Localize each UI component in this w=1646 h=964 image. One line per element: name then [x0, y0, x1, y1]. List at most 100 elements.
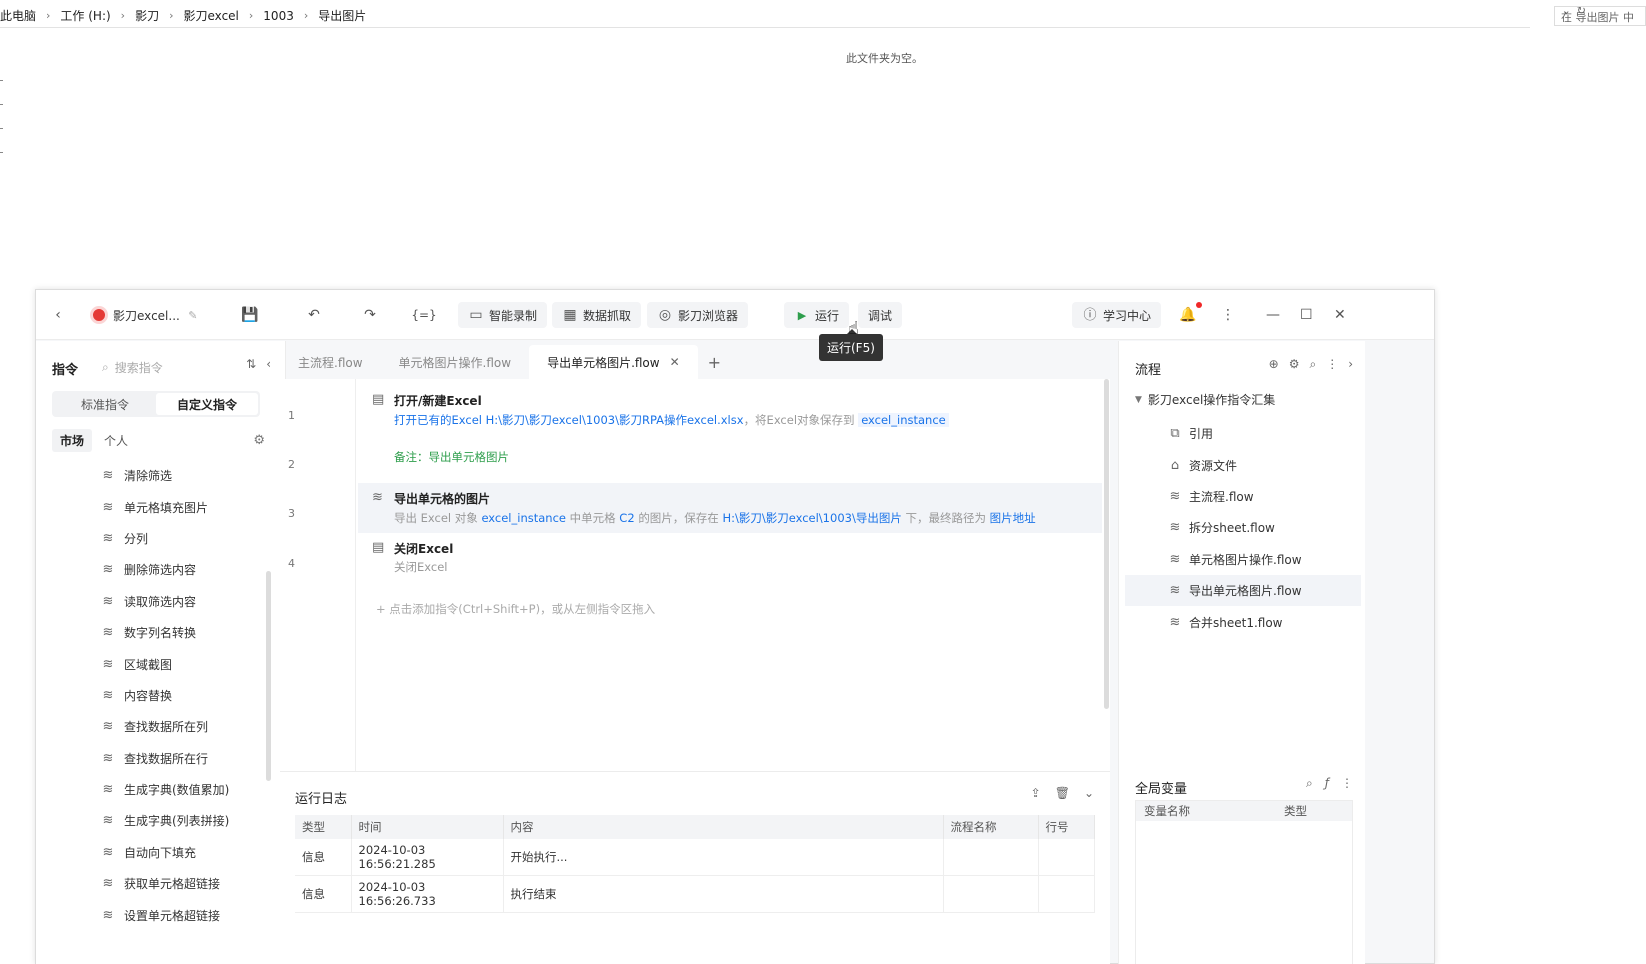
back-icon[interactable]: ‹	[50, 302, 66, 328]
command-item[interactable]: ≋ 清除筛选	[100, 460, 229, 491]
add-tab-icon[interactable]: +	[698, 345, 731, 379]
gear-icon[interactable]: ⚙	[253, 433, 265, 448]
scrollbar[interactable]	[266, 571, 271, 781]
tree-item-flow[interactable]: ≋ 合并sheet1.flow	[1125, 606, 1361, 637]
chevron-down-icon[interactable]: ⌄	[1084, 786, 1094, 800]
command-search-input[interactable]: 搜索指令	[115, 359, 163, 376]
tab-export-image-flow[interactable]: 导出单元格图片.flow ✕	[529, 345, 698, 379]
command-item[interactable]: ≋ 删除筛选内容	[100, 554, 229, 585]
step-note[interactable]: 备注：导出单元格图片	[358, 433, 1102, 483]
command-item[interactable]: ≋ 区域截图	[100, 648, 229, 679]
step-open-excel[interactable]: ▤ 打开/新建Excel 打开已有的Excel H:\影刀\影刀excel\10…	[358, 387, 1102, 433]
command-search[interactable]: ⌕ 搜索指令	[102, 359, 163, 376]
step-export-cell-image[interactable]: ≋ 导出单元格的图片 导出 Excel 对象 excel_instance 中单…	[358, 483, 1102, 533]
collapse-right-icon[interactable]: ›	[1348, 357, 1353, 372]
tree-root[interactable]: ▼ 影刀excel操作指令汇集	[1135, 391, 1275, 408]
command-item[interactable]: ≋ 生成字典(数值累加)	[100, 774, 230, 805]
tab-standard-commands[interactable]: 标准指令	[54, 393, 156, 415]
step-close-excel[interactable]: ▤ 关闭Excel 关闭Excel	[358, 533, 1102, 581]
command-item[interactable]: ≋ 分列	[100, 523, 229, 554]
breadcrumb-item[interactable]: 影刀excel	[184, 7, 239, 24]
step-desc-text: 下，最终路径为	[905, 511, 986, 525]
command-item[interactable]: ≋ 设置单元格超链接	[100, 899, 229, 930]
chevron-right-icon: ›	[120, 9, 126, 22]
function-icon[interactable]: ƒ	[1325, 776, 1329, 791]
browser-button[interactable]: ◎ 影刀浏览器	[647, 302, 749, 328]
command-item[interactable]: ≋ 单元格填充图片	[100, 491, 229, 522]
command-item[interactable]: ≋ 内容替换	[100, 680, 229, 711]
tree-item-label: 合并sheet1.flow	[1189, 615, 1283, 630]
variable-icon[interactable]: {=}	[411, 302, 436, 328]
breadcrumb-item[interactable]: 工作 (H:)	[60, 7, 110, 24]
command-item[interactable]: ≋ 数字列名转换	[100, 617, 229, 648]
folder-icon: ⌂	[1170, 457, 1180, 473]
edit-icon[interactable]: ✎	[185, 307, 201, 323]
add-command-hint[interactable]: + 点击添加指令(Ctrl+Shift+P)，或从左侧指令区拖入	[376, 601, 655, 617]
command-label: 读取筛选内容	[124, 594, 197, 609]
tree-item-flow[interactable]: ≋ 拆分sheet.flow	[1125, 512, 1361, 543]
command-item[interactable]: ≋ 获取单元格超链接	[100, 868, 229, 899]
maximize-icon[interactable]: ☐	[1300, 307, 1313, 323]
learning-center-button[interactable]: ⓘ 学习中心	[1072, 302, 1162, 328]
trash-icon[interactable]: 🗑	[1055, 786, 1070, 800]
step-desc: 导出 Excel 对象 excel_instance 中单元格 C2 的图片，保…	[394, 510, 1036, 526]
app-title-group: 影刀excel... ✎	[90, 302, 201, 328]
tab-label: 单元格图片操作.flow	[398, 355, 512, 370]
command-item[interactable]: ≋ 读取筛选内容	[100, 586, 229, 617]
close-window-icon[interactable]: ✕	[1334, 307, 1346, 323]
command-item[interactable]: ≋ 生成字典(列表拼接)	[100, 805, 230, 836]
data-capture-button[interactable]: ▦ 数据抓取	[552, 302, 642, 328]
command-item[interactable]: ≋ 查找数据所在行	[100, 743, 229, 774]
scrollbar[interactable]	[1104, 379, 1109, 709]
settings-flow-icon[interactable]: ⚙	[1289, 357, 1300, 372]
more-icon[interactable]: ⋮	[1220, 302, 1236, 328]
add-flow-icon[interactable]: ⊕	[1269, 357, 1279, 372]
layers-icon: ≋	[102, 499, 114, 515]
more-icon[interactable]: ⋮	[1341, 776, 1353, 791]
tab-main-flow[interactable]: 主流程.flow	[280, 345, 381, 379]
collapse-left-icon[interactable]: ‹	[266, 357, 271, 371]
divider	[0, 128, 3, 129]
close-tab-icon[interactable]: ✕	[670, 355, 680, 369]
variable-chip[interactable]: excel_instance	[481, 511, 566, 525]
breadcrumb-item[interactable]: 此电脑	[0, 7, 36, 24]
tree-item-flow[interactable]: ≋ 主流程.flow	[1125, 481, 1361, 512]
more-icon[interactable]: ⋮	[1326, 357, 1338, 372]
export-log-icon[interactable]: ⇪	[1031, 786, 1041, 800]
bell-icon[interactable]: 🔔	[1179, 302, 1196, 328]
explorer-search-input[interactable]: 在 导出图片 中	[1554, 6, 1646, 26]
command-label: 区域截图	[124, 657, 173, 672]
smart-record-button[interactable]: ▭ 智能录制	[458, 302, 548, 328]
breadcrumb-item[interactable]: 导出图片	[318, 7, 366, 24]
table-row[interactable]: 信息 2024-10-03 16:56:26.733 执行结束	[295, 875, 1095, 913]
minimize-icon[interactable]: —	[1266, 307, 1280, 323]
search-icon[interactable]: ⌕	[1306, 776, 1313, 791]
tab-label: 导出单元格图片.flow	[547, 355, 660, 370]
run-button[interactable]: ▶ 运行	[784, 302, 850, 328]
tree-item-reference[interactable]: ⧉ 引用	[1125, 418, 1361, 449]
search-icon[interactable]: ⌕	[1309, 357, 1316, 372]
variable-chip[interactable]: excel_instance	[858, 413, 949, 427]
tab-custom-commands[interactable]: 自定义指令	[156, 393, 258, 415]
undo-icon[interactable]: ↶	[306, 302, 322, 328]
table-row[interactable]: 信息 2024-10-03 16:56:21.285 开始执行...	[295, 839, 1095, 876]
tree-item-flow[interactable]: ≋ 单元格图片操作.flow	[1125, 544, 1361, 575]
command-item[interactable]: ≋ 查找数据所在列	[100, 711, 229, 742]
breadcrumb-item[interactable]: 1003	[263, 9, 294, 23]
address-bar[interactable]: 此电脑 › 工作 (H:) › 影刀 › 影刀excel › 1003 › 导出图片	[0, 4, 1530, 28]
variable-chip[interactable]: 图片地址	[990, 511, 1036, 525]
sort-icon[interactable]: ⇅	[246, 357, 256, 371]
redo-icon[interactable]: ↷	[362, 302, 378, 328]
tab-market[interactable]: 市场	[52, 429, 93, 452]
step-desc-text: 的图片，保存在	[638, 511, 719, 525]
command-label: 生成字典(列表拼接)	[124, 814, 230, 829]
tree-item-flow-selected[interactable]: ≋ 导出单元格图片.flow	[1125, 574, 1361, 607]
debug-button[interactable]: 调试	[858, 302, 903, 328]
tab-cell-image-flow[interactable]: 单元格图片操作.flow	[381, 345, 530, 379]
tree-item-resources[interactable]: ⌂ 资源文件	[1125, 449, 1361, 480]
tab-personal[interactable]: 个人	[96, 429, 136, 452]
breadcrumb-item[interactable]: 影刀	[135, 7, 159, 24]
save-icon[interactable]: 💾	[241, 302, 258, 328]
command-type-switch: 标准指令 自定义指令	[52, 391, 260, 417]
command-item[interactable]: ≋ 自动向下填充	[100, 837, 229, 868]
